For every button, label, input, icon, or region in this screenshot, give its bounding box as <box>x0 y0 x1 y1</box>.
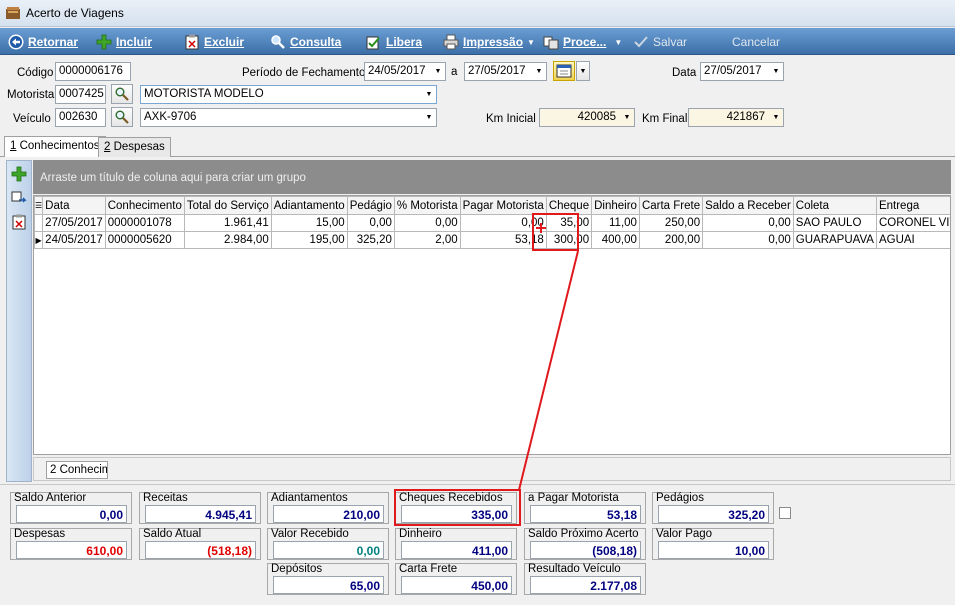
plus-annotation-icon <box>536 223 546 233</box>
annotation-arrow <box>518 223 579 491</box>
